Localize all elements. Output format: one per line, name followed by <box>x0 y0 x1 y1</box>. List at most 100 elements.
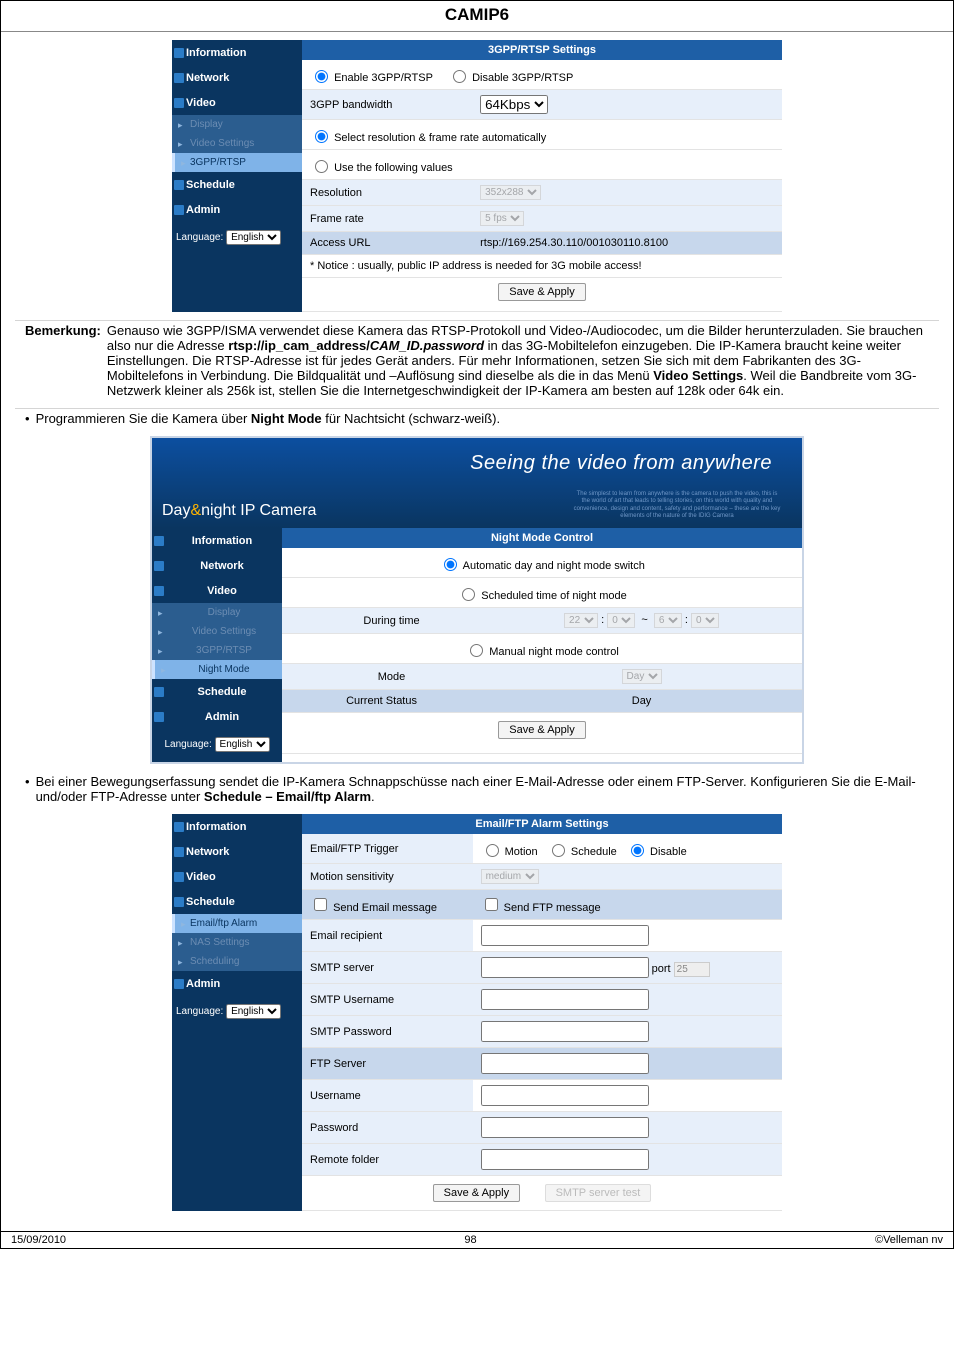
nav-panel-2: Information Network Video Display Video … <box>152 528 282 762</box>
nav-admin-3[interactable]: Admin <box>172 971 302 996</box>
nav-admin-2[interactable]: Admin <box>152 704 282 729</box>
remark-label: Bemerkung: <box>25 323 107 398</box>
disable-radio[interactable]: Disable <box>626 846 687 858</box>
password-input[interactable] <box>481 1117 649 1138</box>
smtp-test-button[interactable]: SMTP server test <box>545 1184 652 1202</box>
port-input[interactable] <box>674 962 710 977</box>
nav-information[interactable]: Information <box>172 40 302 65</box>
hero-fine-print: The simplest to learn from anywhere is t… <box>572 491 782 520</box>
nav-schedule-2[interactable]: Schedule <box>152 679 282 704</box>
bullet-night-mode: Programmieren Sie die Kamera über Night … <box>36 411 501 426</box>
save-apply-button-2[interactable]: Save & Apply <box>498 721 585 739</box>
send-email-check[interactable]: Send Email message <box>310 902 437 914</box>
page-title: CAMIP6 <box>1 1 953 31</box>
nav-schedule-3[interactable]: Schedule <box>172 889 302 914</box>
recipient-label: Email recipient <box>302 920 473 952</box>
panel-header-night: Night Mode Control <box>282 528 802 548</box>
status-value: Day <box>481 690 802 713</box>
nav-lang-select[interactable]: English <box>226 230 281 245</box>
nav-network-2[interactable]: Network <box>152 553 282 578</box>
status-label: Current Status <box>282 690 481 713</box>
nav-network[interactable]: Network <box>172 65 302 90</box>
notice-text: * Notice : usually, public IP address is… <box>302 255 782 278</box>
smtp-user-label: SMTP Username <box>302 984 473 1016</box>
enable-3gpp-radio[interactable]: Enable 3GPP/RTSP <box>310 72 433 84</box>
save-apply-button-3[interactable]: Save & Apply <box>433 1184 520 1202</box>
nav-nas-3[interactable]: NAS Settings <box>172 933 302 952</box>
port-label: port <box>652 963 671 975</box>
panel-header-3gpp: 3GPP/RTSP Settings <box>302 40 782 60</box>
use-following-radio[interactable]: Use the following values <box>310 162 453 174</box>
smtp-pass-label: SMTP Password <box>302 1016 473 1048</box>
nav-network-3[interactable]: Network <box>172 839 302 864</box>
nav-scheduling-3[interactable]: Scheduling <box>172 952 302 971</box>
password-label: Password <box>302 1112 473 1144</box>
sensitivity-label: Motion sensitivity <box>302 864 473 890</box>
bullet-icon: • <box>25 411 36 426</box>
smtp-server-input[interactable] <box>481 957 649 978</box>
mode-select: Day <box>622 669 662 684</box>
nav-lang-select-2[interactable]: English <box>215 737 270 752</box>
motion-radio[interactable]: Motion <box>481 846 538 858</box>
bandwidth-select[interactable]: 64Kbps <box>480 95 548 114</box>
panel-header-emailftp: Email/FTP Alarm Settings <box>302 814 782 834</box>
bullet-icon: • <box>25 774 36 804</box>
nav-schedule[interactable]: Schedule <box>172 172 302 197</box>
manual-radio[interactable]: Manual night mode control <box>465 646 619 658</box>
nav-display-2[interactable]: Display <box>152 603 282 622</box>
scheduled-radio[interactable]: Scheduled time of night mode <box>457 590 627 602</box>
dh2-select: 6 <box>654 613 682 628</box>
nav-lang-label-2: Language: <box>164 739 211 750</box>
save-apply-button-1[interactable]: Save & Apply <box>498 283 585 301</box>
dm2-select: 0 <box>691 613 719 628</box>
nav-video-3[interactable]: Video <box>172 864 302 889</box>
nav-video-settings[interactable]: Video Settings <box>172 134 302 153</box>
username-label: Username <box>302 1080 473 1112</box>
nav-night-mode-2[interactable]: Night Mode <box>152 660 282 679</box>
footer-copyright: ©Velleman nv <box>875 1234 943 1246</box>
nav-admin[interactable]: Admin <box>172 197 302 222</box>
recipient-input[interactable] <box>481 925 649 946</box>
framerate-label: Frame rate <box>302 206 472 232</box>
remark-body: Genauso wie 3GPP/ISMA verwendet diese Ka… <box>107 323 929 398</box>
resolution-label: Resolution <box>302 180 472 206</box>
screenshot-3gpp: Information Network Video Display Video … <box>172 40 782 312</box>
nav-lang-label: Language: <box>176 232 223 243</box>
nav-video[interactable]: Video <box>172 90 302 115</box>
auto-resolution-radio[interactable]: Select resolution & frame rate automatic… <box>310 132 546 144</box>
nav-lang-select-3[interactable]: English <box>226 1004 281 1019</box>
remote-folder-input[interactable] <box>481 1149 649 1170</box>
bullet-email-ftp: Bei einer Bewegungserfassung sendet die … <box>36 774 929 804</box>
nav-3gpp[interactable]: 3GPP/RTSP <box>172 153 302 172</box>
nav-3gpp-2[interactable]: 3GPP/RTSP <box>152 641 282 660</box>
nav-display[interactable]: Display <box>172 115 302 134</box>
ftp-server-input[interactable] <box>481 1053 649 1074</box>
dm1-select: 0 <box>607 613 635 628</box>
nav-lang-label-3: Language: <box>176 1006 223 1017</box>
screenshot-night-mode: Seeing the video from anywhere Day&night… <box>150 436 804 764</box>
nav-information-3[interactable]: Information <box>172 814 302 839</box>
smtp-user-input[interactable] <box>481 989 649 1010</box>
nav-emailftp-3[interactable]: Email/ftp Alarm <box>172 914 302 933</box>
sensitivity-select: medium <box>481 869 539 884</box>
smtp-pass-input[interactable] <box>481 1021 649 1042</box>
nav-video-settings-2[interactable]: Video Settings <box>152 622 282 641</box>
footer-date: 15/09/2010 <box>11 1234 66 1246</box>
nav-information-2[interactable]: Information <box>152 528 282 553</box>
send-ftp-check[interactable]: Send FTP message <box>481 902 601 914</box>
nav-video-2[interactable]: Video <box>152 578 282 603</box>
username-input[interactable] <box>481 1085 649 1106</box>
disable-3gpp-radio[interactable]: Disable 3GPP/RTSP <box>448 72 573 84</box>
remote-folder-label: Remote folder <box>302 1144 473 1176</box>
ftp-server-label: FTP Server <box>302 1048 473 1080</box>
resolution-select: 352x288 <box>480 185 541 200</box>
screenshot-email-ftp: Information Network Video Schedule Email… <box>172 814 782 1211</box>
nav-panel-1: Information Network Video Display Video … <box>172 40 302 312</box>
mode-label: Mode <box>282 664 481 690</box>
bandwidth-label: 3GPP bandwidth <box>302 90 472 120</box>
nav-panel-3: Information Network Video Schedule Email… <box>172 814 302 1211</box>
dh1-select: 22 <box>564 613 598 628</box>
schedule-radio[interactable]: Schedule <box>547 846 617 858</box>
auto-switch-radio[interactable]: Automatic day and night mode switch <box>439 560 645 572</box>
hero-logo: Day&night IP Camera <box>162 502 316 520</box>
